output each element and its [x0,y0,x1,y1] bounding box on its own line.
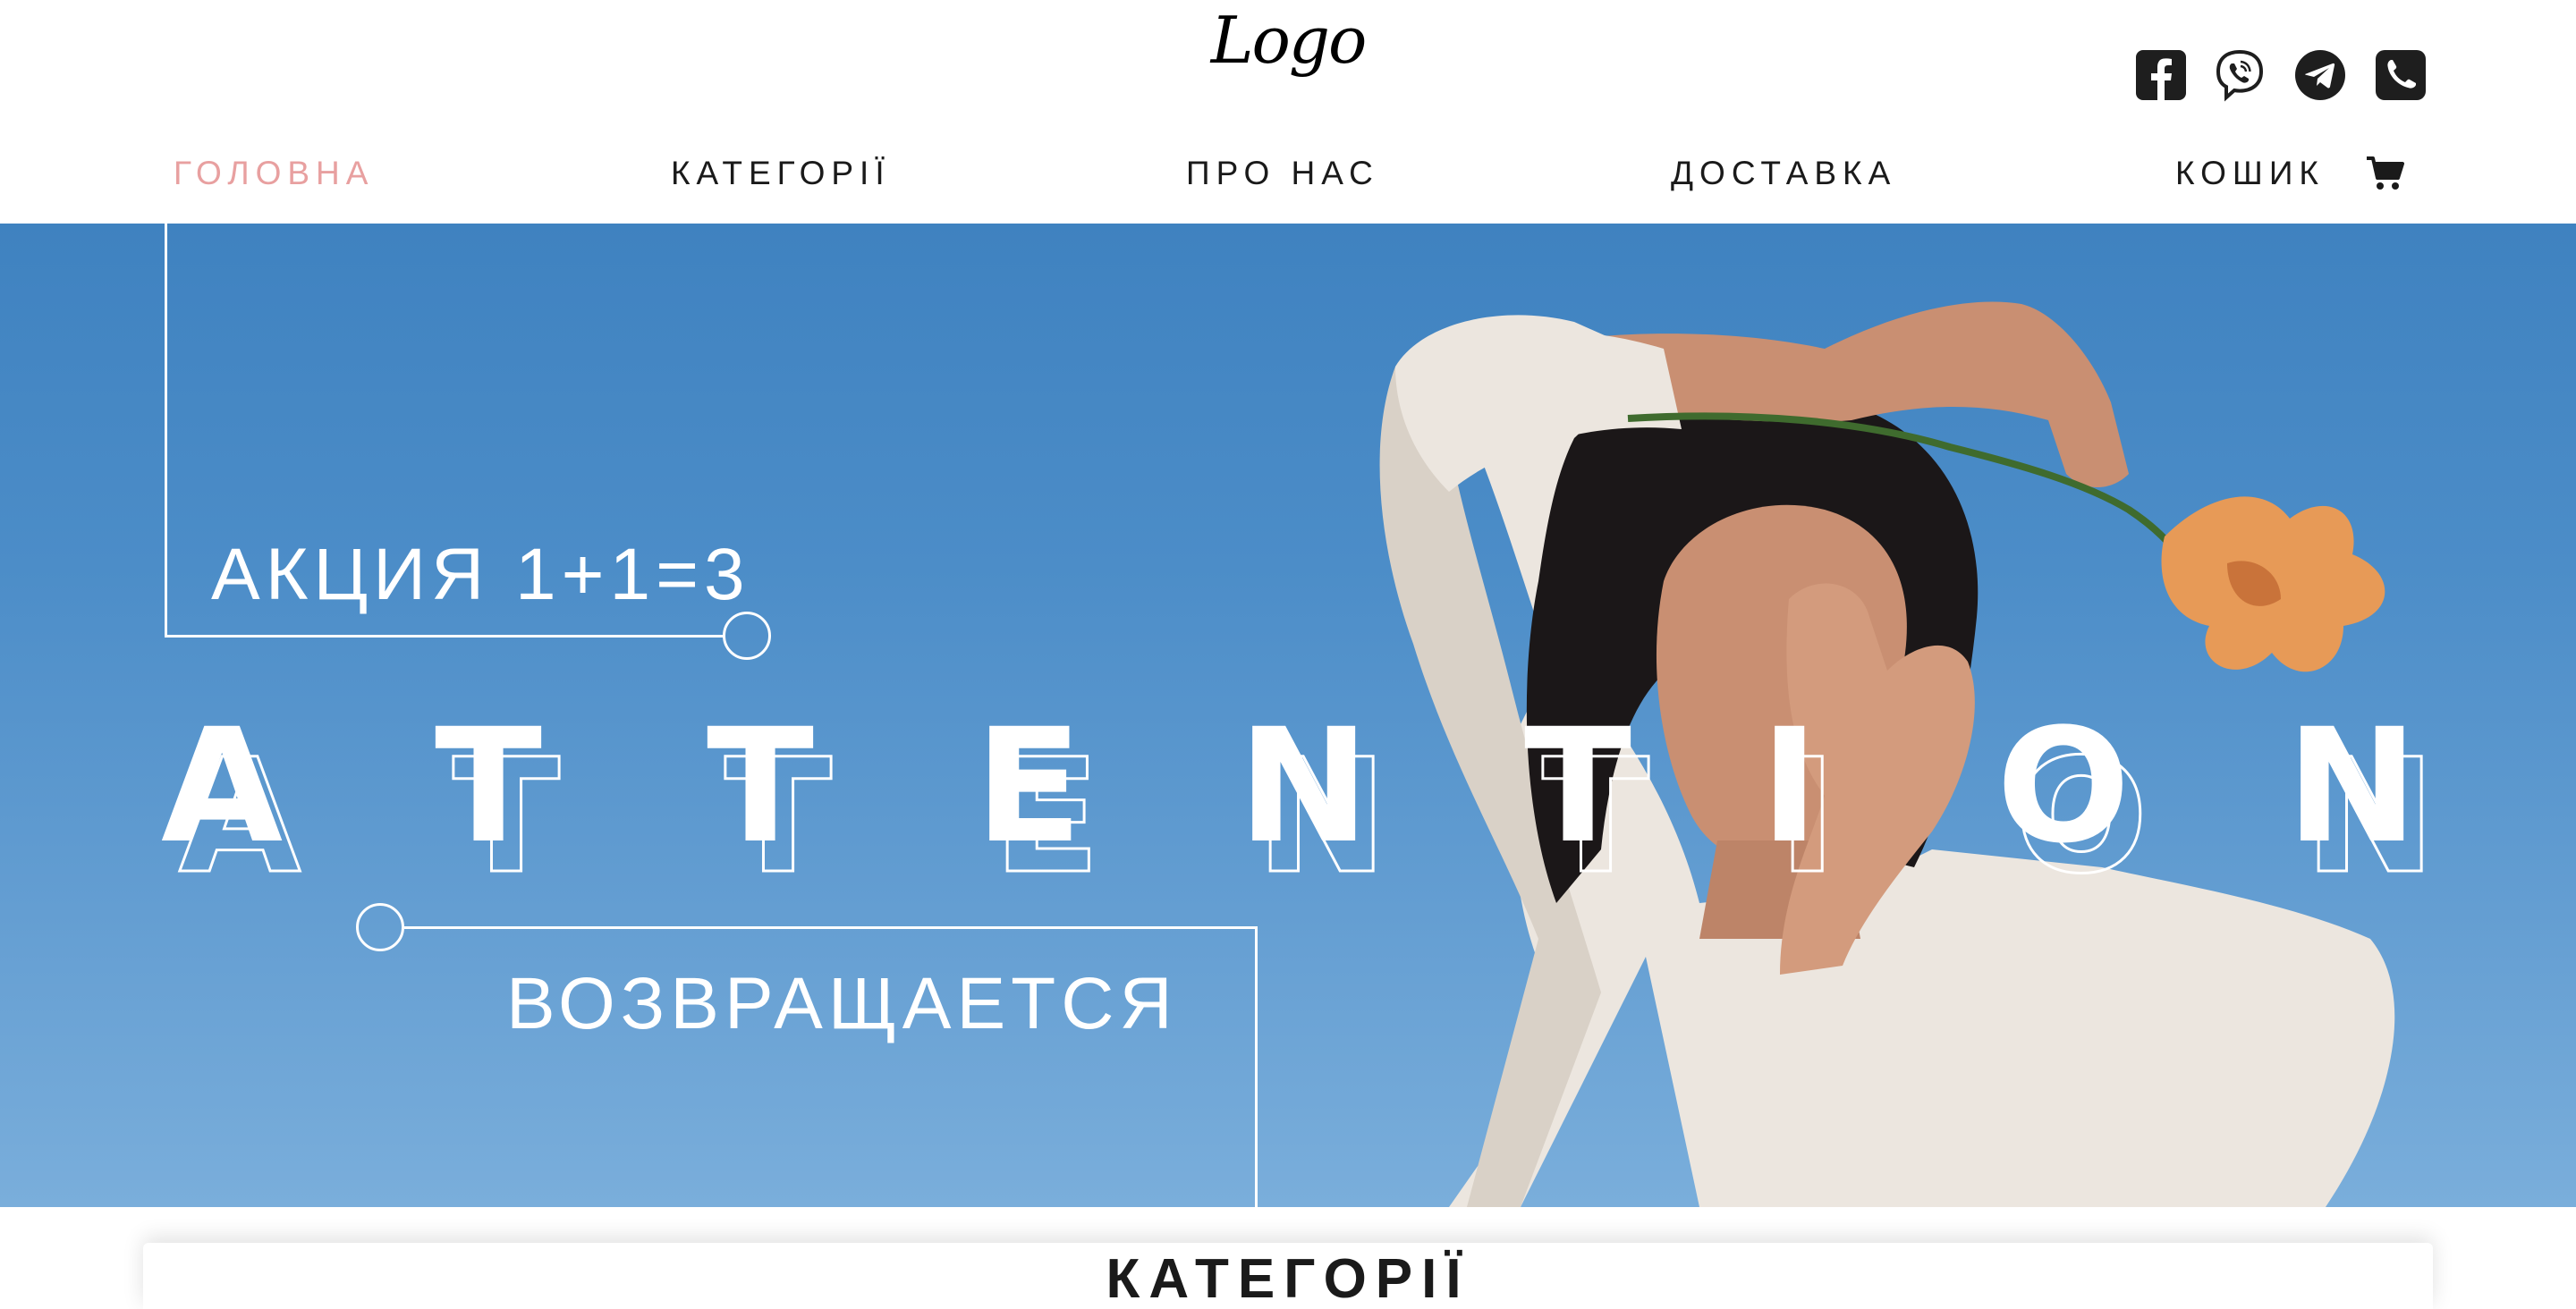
cart-icon[interactable] [2365,156,2404,191]
headline-letter: O [1996,695,2131,878]
logo[interactable]: Logo [1199,2,1377,79]
viber-icon[interactable] [2213,48,2267,102]
frame-dot-top [723,612,771,660]
phone-icon[interactable] [2374,48,2428,102]
headline-letter: A [161,695,284,878]
nav-item-delivery[interactable]: ДОСТАВКА [1671,152,1896,195]
subline: ВОЗВРАЩАЕТСЯ [506,963,1178,1044]
frame-line-right-vertical [1255,926,1258,1207]
telegram-icon[interactable] [2293,48,2347,102]
nav-item-home[interactable]: ГОЛОВНА [174,152,374,195]
frame-line-bottom-horizontal [404,926,1258,929]
nav-item-about[interactable]: ПРО НАС [1186,152,1379,195]
frame-line-left-vertical [165,224,167,637]
hero-banner[interactable]: АКЦИЯ 1+1=3 A A T T T T E E N N T T I I … [0,224,2576,1207]
nav-item-categories[interactable]: КАТЕГОРІЇ [671,152,891,195]
headline-letter: T [435,695,543,878]
headline-letter: E [975,695,1083,878]
facebook-icon[interactable] [2134,48,2188,102]
promo-line: АКЦИЯ 1+1=3 [211,534,750,615]
site-header: Logo ГОЛОВНА КАТЕГОРІЇ ПРО НАС ДОСТАВКА [0,0,2576,224]
categories-title: КАТЕГОРІЇ [1106,1248,1470,1309]
nav-item-cart[interactable]: КОШИК [2175,152,2325,195]
headline-letter: N [2286,695,2419,878]
headline-letter: N [1238,695,1370,878]
frame-line-top-horizontal [165,635,724,638]
headline-letter: I [1760,695,1819,878]
headline-letter: T [1524,695,1632,878]
headline-attention: A A T T T T E E N N T T I I O O N N [0,697,2576,912]
headline-letter: T [707,695,815,878]
